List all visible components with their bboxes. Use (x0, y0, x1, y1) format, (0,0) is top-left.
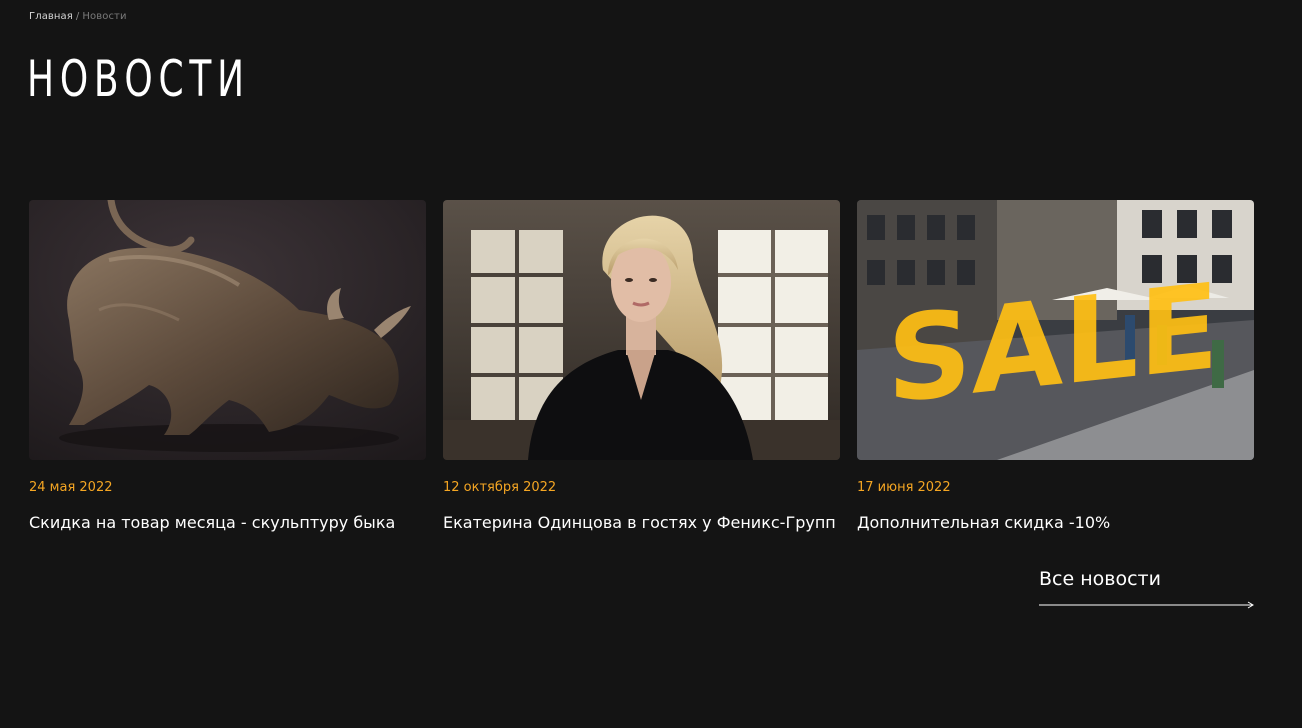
news-title[interactable]: Дополнительная скидка -10% (857, 513, 1110, 533)
arrow-right-icon (1039, 601, 1254, 609)
news-date: 24 мая 2022 (29, 480, 113, 495)
all-news-link[interactable]: Все новости (1039, 568, 1255, 610)
all-news-label: Все новости (1039, 568, 1161, 590)
news-title[interactable]: Скидка на товар месяца - скульптуру быка (29, 513, 395, 533)
news-card[interactable]: SALE 17 июня 2022 Дополнительная скидка … (857, 200, 1254, 532)
breadcrumb-home-link[interactable]: Главная (29, 11, 73, 22)
breadcrumb: Главная / Новости (29, 11, 127, 22)
page-title: НОВОСТИ (27, 50, 250, 108)
news-date: 17 июня 2022 (857, 480, 951, 495)
bull-sculpture-image[interactable] (29, 200, 426, 460)
woman-portrait-image[interactable] (443, 200, 840, 460)
news-card[interactable]: 24 мая 2022 Скидка на товар месяца - ску… (29, 200, 426, 532)
news-date: 12 октября 2022 (443, 480, 557, 495)
news-title[interactable]: Екатерина Одинцова в гостях у Феникс-Гру… (443, 513, 836, 533)
breadcrumb-current: Новости (82, 11, 127, 22)
news-card[interactable]: 12 октября 2022 Екатерина Одинцова в гос… (443, 200, 840, 532)
breadcrumb-separator: / (75, 11, 80, 22)
news-page: Главная / Новости НОВОСТИ 24 мая 2022 Ск… (0, 0, 1302, 728)
sale-street-image[interactable]: SALE (857, 200, 1254, 460)
